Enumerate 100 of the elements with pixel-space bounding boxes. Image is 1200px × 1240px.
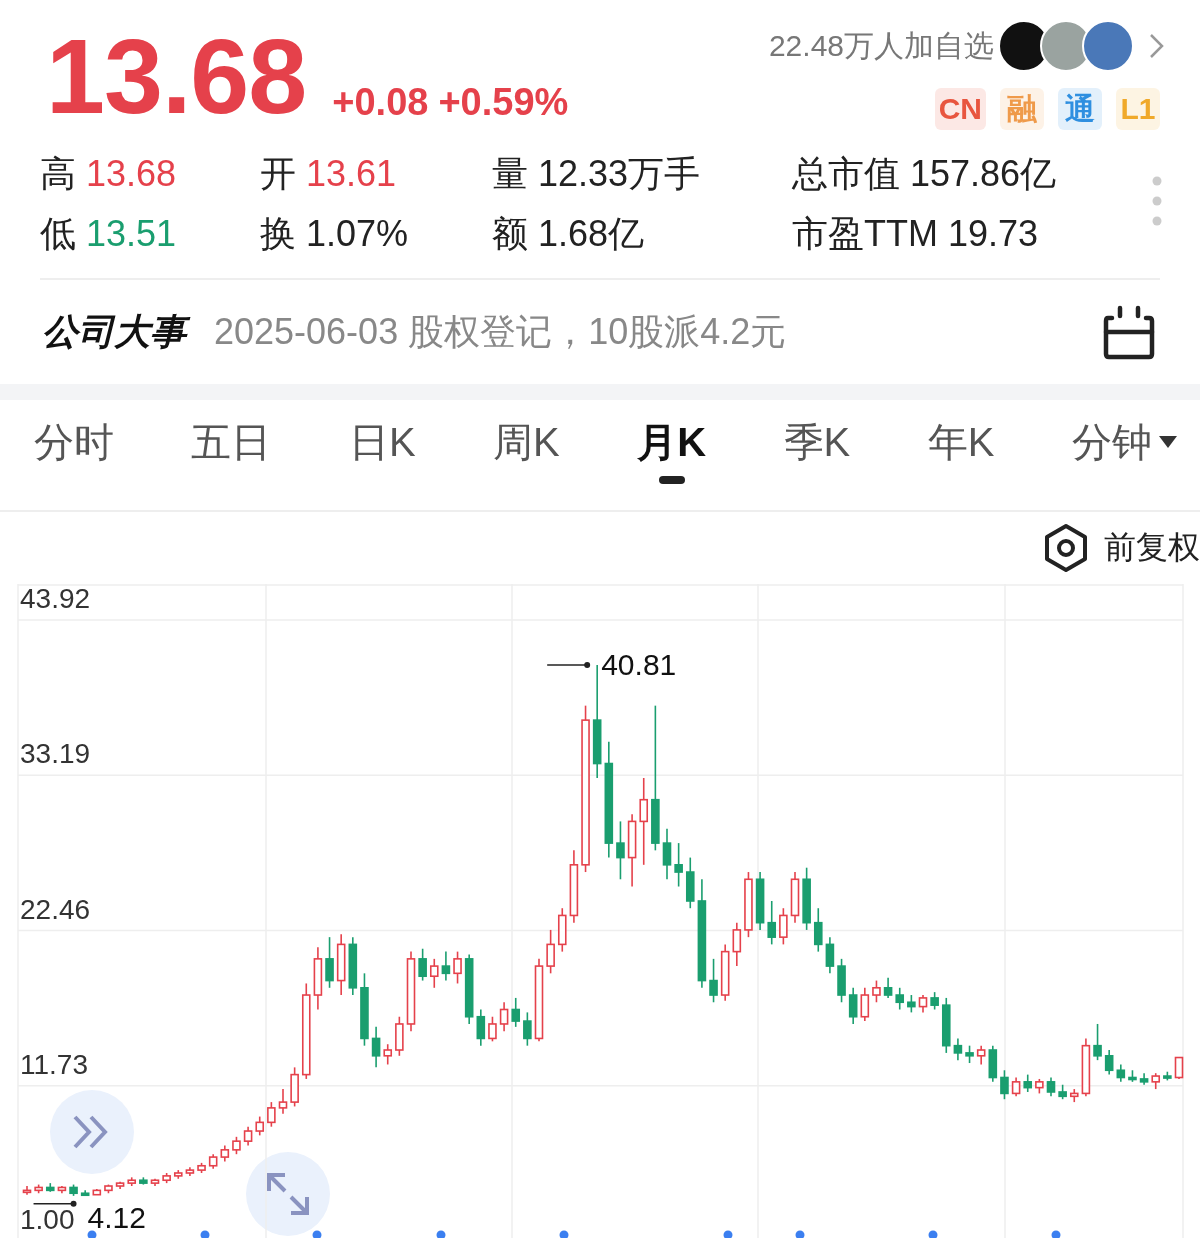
candle (429, 958, 439, 989)
candle (1000, 1069, 1009, 1100)
candle (1104, 1049, 1114, 1076)
candle (45, 1182, 55, 1193)
price-label: 40.81 (601, 648, 677, 681)
candle (464, 953, 474, 1025)
candle (104, 1183, 113, 1195)
calendar-icon[interactable] (1102, 304, 1156, 360)
candle (476, 1008, 486, 1047)
section-title: 公司大事 (42, 306, 194, 358)
candle (348, 936, 358, 996)
candle (57, 1185, 67, 1195)
candle (34, 1183, 43, 1195)
period-tab[interactable]: 分钟 (1071, 418, 1178, 484)
price-adjust-button[interactable]: 前复权 (1104, 526, 1200, 570)
event-text[interactable]: 2025-06-03 股权登记，10股派4.2元 (214, 307, 1082, 357)
candle (1058, 1083, 1067, 1100)
candle (744, 871, 753, 938)
price-change: +0.08 (332, 82, 429, 122)
period-tab[interactable]: 五日 (191, 418, 272, 484)
candle (139, 1176, 148, 1186)
candle (418, 947, 427, 982)
quote-stat: 高 13.68 (40, 152, 178, 196)
candle (243, 1125, 253, 1147)
leader-line (32, 1200, 77, 1207)
candle (499, 1001, 509, 1032)
quote-stat: 额 1.68亿 (492, 212, 646, 256)
candle (336, 933, 346, 996)
candle (208, 1153, 218, 1170)
axis-label: 33.19 (20, 738, 91, 770)
period-tab[interactable]: 月K (637, 418, 707, 484)
candle (1081, 1037, 1091, 1098)
market-tag: CN (934, 88, 986, 130)
candle (1151, 1072, 1161, 1090)
axis-label: 11.73 (20, 1048, 88, 1080)
candle (779, 907, 788, 946)
candle (825, 936, 835, 975)
candle (523, 1011, 532, 1047)
more-icon[interactable] (1152, 176, 1162, 226)
quote-stat: 量 12.33万手 (492, 152, 702, 196)
candle (115, 1180, 125, 1190)
period-tab[interactable]: 分时 (34, 418, 114, 484)
period-tab[interactable]: 年K (927, 418, 995, 484)
watchlist-count[interactable]: 22.48万人加自选 (768, 25, 994, 67)
market-tag: 融 (1000, 88, 1044, 130)
candle (767, 900, 777, 946)
candle (546, 929, 555, 975)
candle (1035, 1078, 1044, 1095)
candle (674, 842, 683, 888)
candle (616, 820, 625, 881)
stock-price: 13.68 (46, 28, 307, 124)
candle (267, 1101, 276, 1128)
axis-label: 1.00 (20, 1204, 75, 1235)
candle (918, 994, 928, 1014)
axis-label: 43.92 (20, 584, 91, 614)
candle (1163, 1070, 1172, 1082)
candle (150, 1178, 160, 1187)
candle (732, 921, 742, 967)
chevron-right-icon[interactable] (1148, 32, 1166, 60)
candle (1011, 1076, 1021, 1098)
candle (1069, 1088, 1079, 1103)
candle (511, 997, 521, 1028)
candle (1128, 1069, 1137, 1083)
candle (895, 987, 905, 1011)
candle (127, 1176, 137, 1187)
candle (92, 1188, 102, 1196)
period-tab[interactable]: 周K (493, 418, 560, 484)
candle (685, 856, 695, 909)
candle (371, 1026, 381, 1069)
candle (453, 950, 462, 985)
quote-stat: 市盈TTM 19.73 (792, 212, 1040, 256)
candle (720, 943, 730, 1002)
candle (1174, 1056, 1184, 1080)
market-tag: L1 (1116, 88, 1160, 130)
leader-line (546, 662, 591, 668)
candle (872, 979, 881, 1004)
candle (802, 866, 811, 931)
candle (325, 936, 334, 989)
settings-icon[interactable] (1042, 523, 1090, 573)
candle (837, 958, 846, 1004)
candle (662, 827, 672, 881)
candle (907, 994, 916, 1014)
quote-stat: 低 13.51 (40, 212, 178, 256)
axis-label: 22.46 (20, 893, 91, 925)
candle (790, 871, 800, 924)
candle (162, 1172, 171, 1184)
candle (883, 976, 893, 999)
candle (941, 997, 951, 1054)
candle (232, 1136, 241, 1155)
price-label: 4.12 (87, 1200, 146, 1234)
market-tag: 通 (1058, 88, 1102, 130)
period-tab[interactable]: 季K (783, 418, 851, 484)
quote-stat: 开 13.61 (260, 152, 398, 196)
quote-stat: 换 1.07% (260, 212, 410, 256)
candle (197, 1162, 206, 1174)
candle (488, 1015, 497, 1043)
candle (313, 946, 323, 1011)
candle (953, 1037, 963, 1061)
period-tab[interactable]: 日K (348, 418, 416, 484)
candle (813, 907, 823, 953)
